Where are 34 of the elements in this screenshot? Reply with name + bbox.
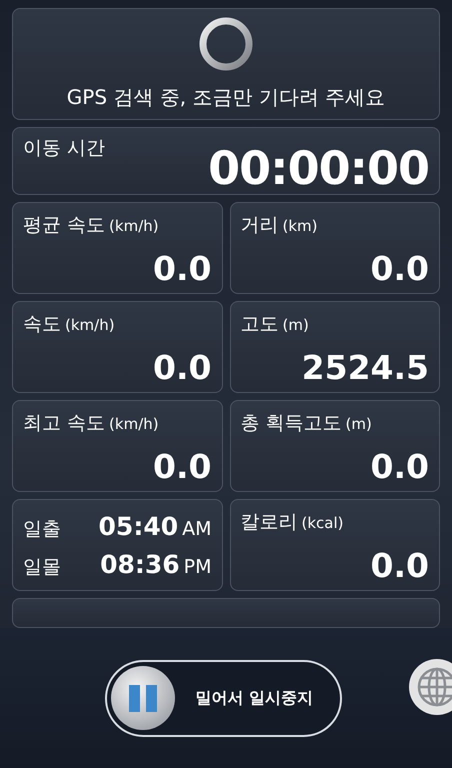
stat-label: 이동 시간 [23, 136, 106, 162]
unit-label: (km/h) [109, 216, 159, 237]
stat-label: 속도 [23, 312, 61, 337]
stat-label: 거리 [240, 213, 278, 238]
stat-label: 칼로리 [240, 510, 298, 535]
stat-label: 일출 [23, 517, 61, 542]
stat-value: 0.0 [370, 250, 429, 287]
stat-label: 평균 속도 [23, 213, 106, 238]
stat-value: 0.0 [153, 350, 212, 386]
stat-value: 2524.5 [302, 350, 429, 386]
unit-label: (m) [282, 315, 309, 336]
pause-icon[interactable] [110, 665, 176, 731]
slide-to-pause-slider[interactable]: 밀어서 일시중지 [104, 660, 342, 736]
unit-label: (km/h) [65, 315, 115, 336]
stat-label: 고도 [240, 312, 278, 337]
stat-label: 총 획득고도 [240, 411, 342, 436]
stat-value: 0.0 [153, 448, 212, 485]
globe-icon[interactable] [408, 658, 452, 716]
ampm-label: PM [184, 555, 212, 580]
time-value: 05:40 [98, 511, 178, 544]
status-message: GPS 검색 중, 조금만 기다려 주세요 [66, 84, 386, 112]
time-value: 08:36 [100, 549, 180, 582]
stat-value: 0.0 [370, 448, 429, 485]
unit-label: (km) [282, 216, 318, 237]
ampm-label: AM [182, 517, 212, 542]
loading-spinner-icon [198, 16, 254, 72]
unit-label: (kcal) [302, 513, 344, 534]
unit-label: (m) [346, 414, 372, 435]
stat-label: 최고 속도 [23, 411, 106, 436]
stat-value: 0.0 [153, 250, 212, 287]
stat-label: 일몰 [23, 555, 61, 580]
stat-value: 0.0 [370, 548, 429, 584]
stat-value: 00:00:00 [208, 143, 429, 194]
unit-label: (km/h) [109, 414, 159, 435]
